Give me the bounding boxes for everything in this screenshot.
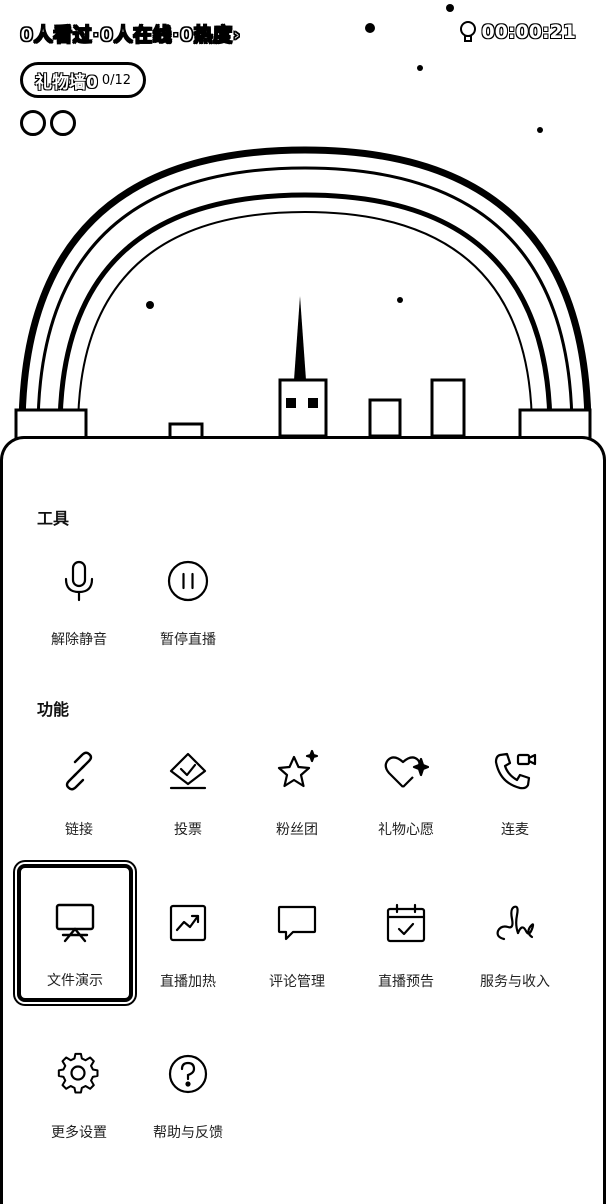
- help-feedback-button[interactable]: 帮助与反馈: [134, 1024, 242, 1144]
- gift-wish-label: 礼物心愿: [378, 822, 434, 838]
- vote-button[interactable]: 投票: [134, 721, 242, 841]
- calendar-check-icon: [382, 899, 430, 947]
- gift-wall-label: 礼物墙0: [35, 72, 98, 93]
- gift-wall-count: 0/12: [101, 72, 132, 88]
- unmute-button[interactable]: 解除静音: [25, 531, 133, 651]
- comment-bubble-icon: [273, 899, 321, 947]
- link-label: 链接: [65, 822, 93, 838]
- file-presentation-button[interactable]: 文件演示: [17, 864, 133, 1002]
- live-preview-notice-button[interactable]: 直播预告: [352, 873, 460, 993]
- timer-text: 00:00:21: [481, 21, 576, 43]
- phone-video-icon: [491, 747, 539, 795]
- link-button[interactable]: 链接: [25, 721, 133, 841]
- folder-badge-icon[interactable]: [20, 110, 46, 136]
- star-sparkle-icon: [273, 747, 321, 795]
- lightbulb-icon: [457, 20, 479, 44]
- service-income-label: 服务与收入: [480, 974, 550, 990]
- pause-icon: [164, 557, 212, 605]
- live-preview: 0人看过·0人在线·0热度› 00:00:21 礼物墙0 0/12: [0, 0, 606, 470]
- co-host-button[interactable]: 连麦: [461, 721, 569, 841]
- heart-sparkle-icon: [382, 747, 430, 795]
- presentation-board-icon: [51, 898, 99, 946]
- live-preview-notice-label: 直播预告: [378, 974, 434, 990]
- live-tools-sheet: 工具 解除静音 暂停直播 功能 链接 投票 粉丝团 礼物心愿 连麦 文件演示 直…: [0, 436, 606, 1204]
- microphone-icon: [55, 557, 103, 605]
- live-boost-button[interactable]: 直播加热: [134, 873, 242, 993]
- service-income-button[interactable]: 服务与收入: [461, 873, 569, 993]
- file-presentation-label: 文件演示: [47, 973, 103, 989]
- vote-icon: [164, 747, 212, 795]
- gift-wall-button[interactable]: 礼物墙0 0/12: [20, 62, 146, 98]
- pause-live-label: 暂停直播: [160, 632, 216, 648]
- comment-manage-label: 评论管理: [269, 974, 325, 990]
- unmute-label: 解除静音: [51, 632, 107, 648]
- gear-icon: [55, 1050, 103, 1098]
- comment-manage-button[interactable]: 评论管理: [243, 873, 351, 993]
- question-icon: [164, 1050, 212, 1098]
- more-settings-label: 更多设置: [51, 1125, 107, 1141]
- profile-badge-icon[interactable]: [50, 110, 76, 136]
- vote-label: 投票: [174, 822, 202, 838]
- fan-club-label: 粉丝团: [276, 822, 318, 838]
- tools-section-title: 工具: [37, 509, 70, 528]
- help-feedback-label: 帮助与反馈: [153, 1125, 223, 1141]
- co-host-label: 连麦: [501, 822, 529, 838]
- link-icon: [55, 747, 103, 795]
- fan-club-button[interactable]: 粉丝团: [243, 721, 351, 841]
- live-stats[interactable]: 0人看过·0人在线·0热度›: [20, 20, 241, 47]
- live-boost-label: 直播加热: [160, 974, 216, 990]
- live-timer: 00:00:21: [457, 20, 576, 44]
- trend-chart-icon: [164, 899, 212, 947]
- more-settings-button[interactable]: 更多设置: [25, 1024, 133, 1144]
- gift-wish-button[interactable]: 礼物心愿: [352, 721, 460, 841]
- pause-live-button[interactable]: 暂停直播: [134, 531, 242, 651]
- badge-row: [20, 110, 76, 136]
- features-section-title: 功能: [37, 700, 70, 719]
- signature-icon: [491, 899, 539, 947]
